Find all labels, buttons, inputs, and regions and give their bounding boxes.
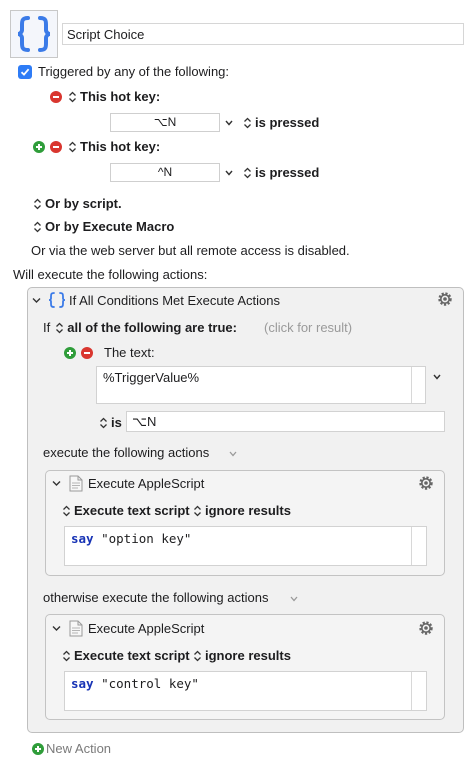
- if-action-title: If All Conditions Met Execute Actions: [69, 293, 280, 308]
- chevron-down-icon[interactable]: [225, 170, 233, 176]
- updown-arrows-icon: [194, 505, 201, 516]
- result-mode-label: ignore results: [205, 648, 291, 663]
- result-mode-popup[interactable]: ignore results: [193, 648, 291, 663]
- script-text-field[interactable]: say "option key": [64, 526, 427, 566]
- script-mode-label: Execute text script: [74, 503, 190, 518]
- new-action-label: New Action: [46, 741, 112, 756]
- text-condition-value: %TriggerValue%: [103, 370, 200, 385]
- script-document-icon: [69, 620, 83, 637]
- gear-icon[interactable]: [417, 474, 435, 492]
- triggered-label: Triggered by any of the following:: [38, 64, 230, 79]
- updown-arrows-icon: [34, 221, 41, 232]
- condition-mode-row: If all of the following are true:: [43, 320, 237, 335]
- text-condition-header: The text:: [64, 345, 155, 360]
- applescript-action-title: Execute AppleScript: [88, 476, 205, 491]
- text-condition-field[interactable]: %TriggerValue%: [96, 366, 426, 404]
- if-word: If: [43, 320, 51, 335]
- hotkey-trigger-2-header: This hot key:: [33, 139, 160, 154]
- script-keyword: say: [71, 531, 94, 546]
- disclosure-chevron-icon[interactable]: [52, 480, 61, 487]
- script-field-scrollbar: [411, 527, 412, 565]
- updown-arrows-icon: [34, 198, 41, 209]
- updown-arrows-icon: [100, 417, 107, 428]
- updown-arrows-icon: [63, 650, 70, 661]
- text-field-scrollbar: [411, 367, 412, 403]
- hotkey-field-1[interactable]: ⌥N: [110, 113, 220, 132]
- chevron-down-icon[interactable]: [225, 120, 233, 126]
- actions-heading: Will execute the following actions:: [13, 267, 208, 282]
- hotkey-field-2[interactable]: ^N: [110, 163, 220, 182]
- then-label: execute the following actions: [43, 445, 210, 460]
- condition-mode-label[interactable]: all of the following are true:: [67, 320, 237, 335]
- hotkey-label[interactable]: This hot key:: [80, 139, 160, 154]
- script-mode-popup[interactable]: Execute text script: [62, 503, 190, 518]
- hotkey-trigger-1-header: This hot key:: [50, 89, 160, 104]
- curly-braces-icon: [17, 16, 51, 52]
- chevron-down-icon[interactable]: [433, 374, 441, 380]
- script-mode-label: Execute text script: [74, 648, 190, 663]
- condition-type-label: The text:: [104, 345, 155, 360]
- chevron-down-icon[interactable]: [290, 596, 298, 602]
- new-action-button[interactable]: New Action: [32, 741, 111, 756]
- remove-trigger-button[interactable]: [50, 90, 62, 103]
- script-text-field[interactable]: say "control key": [64, 671, 427, 711]
- web-server-note: Or via the web server but all remote acc…: [31, 243, 350, 258]
- gear-icon[interactable]: [436, 290, 454, 308]
- updown-arrows-icon: [63, 505, 70, 516]
- hotkey-condition-2[interactable]: is pressed: [243, 165, 319, 180]
- updown-arrows-icon[interactable]: [68, 91, 77, 103]
- triggered-checkbox[interactable]: [18, 64, 32, 79]
- updown-arrows-icon: [244, 117, 251, 128]
- updown-arrows-icon[interactable]: [55, 322, 64, 334]
- script-argument: "control key": [101, 676, 199, 691]
- operator-popup[interactable]: is: [99, 415, 122, 430]
- checkmark-icon: [20, 68, 30, 76]
- gear-icon[interactable]: [417, 619, 435, 637]
- script-argument: "option key": [101, 531, 192, 546]
- or-by-execute-macro-label: Or by Execute Macro: [45, 219, 175, 234]
- updown-arrows-icon: [244, 167, 251, 178]
- triggered-row: Triggered by any of the following:: [18, 64, 229, 79]
- hotkey-condition-label: is pressed: [255, 165, 320, 180]
- script-document-icon: [69, 475, 83, 492]
- disclosure-chevron-icon[interactable]: [32, 297, 41, 304]
- plus-icon: [32, 742, 44, 755]
- disclosure-chevron-icon[interactable]: [52, 625, 61, 632]
- else-label: otherwise execute the following actions: [43, 590, 269, 605]
- operator-label: is: [111, 415, 122, 430]
- add-condition-button[interactable]: [64, 346, 76, 359]
- hotkey-condition-1[interactable]: is pressed: [243, 115, 319, 130]
- click-for-result[interactable]: (click for result): [264, 320, 352, 335]
- hotkey-condition-label: is pressed: [255, 115, 320, 130]
- or-by-execute-macro-trigger[interactable]: Or by Execute Macro: [33, 219, 174, 234]
- add-trigger-button[interactable]: [33, 140, 45, 153]
- or-by-script-label: Or by script.: [45, 196, 122, 211]
- or-by-script-trigger[interactable]: Or by script.: [33, 196, 122, 211]
- result-mode-popup[interactable]: ignore results: [193, 503, 291, 518]
- script-mode-popup[interactable]: Execute text script: [62, 648, 190, 663]
- applescript-action-title: Execute AppleScript: [88, 621, 205, 636]
- macro-name-field[interactable]: Script Choice: [62, 23, 464, 45]
- updown-arrows-icon: [194, 650, 201, 661]
- macro-icon[interactable]: [10, 10, 58, 58]
- chevron-down-icon[interactable]: [229, 451, 237, 457]
- hotkey-label[interactable]: This hot key:: [80, 89, 160, 104]
- remove-trigger-button[interactable]: [50, 140, 62, 153]
- script-field-scrollbar: [411, 672, 412, 710]
- remove-condition-button[interactable]: [81, 346, 93, 359]
- result-mode-label: ignore results: [205, 503, 291, 518]
- script-keyword: say: [71, 676, 94, 691]
- compare-value-field[interactable]: ⌥N: [126, 411, 445, 432]
- curly-braces-icon: [48, 292, 66, 308]
- updown-arrows-icon[interactable]: [68, 141, 77, 153]
